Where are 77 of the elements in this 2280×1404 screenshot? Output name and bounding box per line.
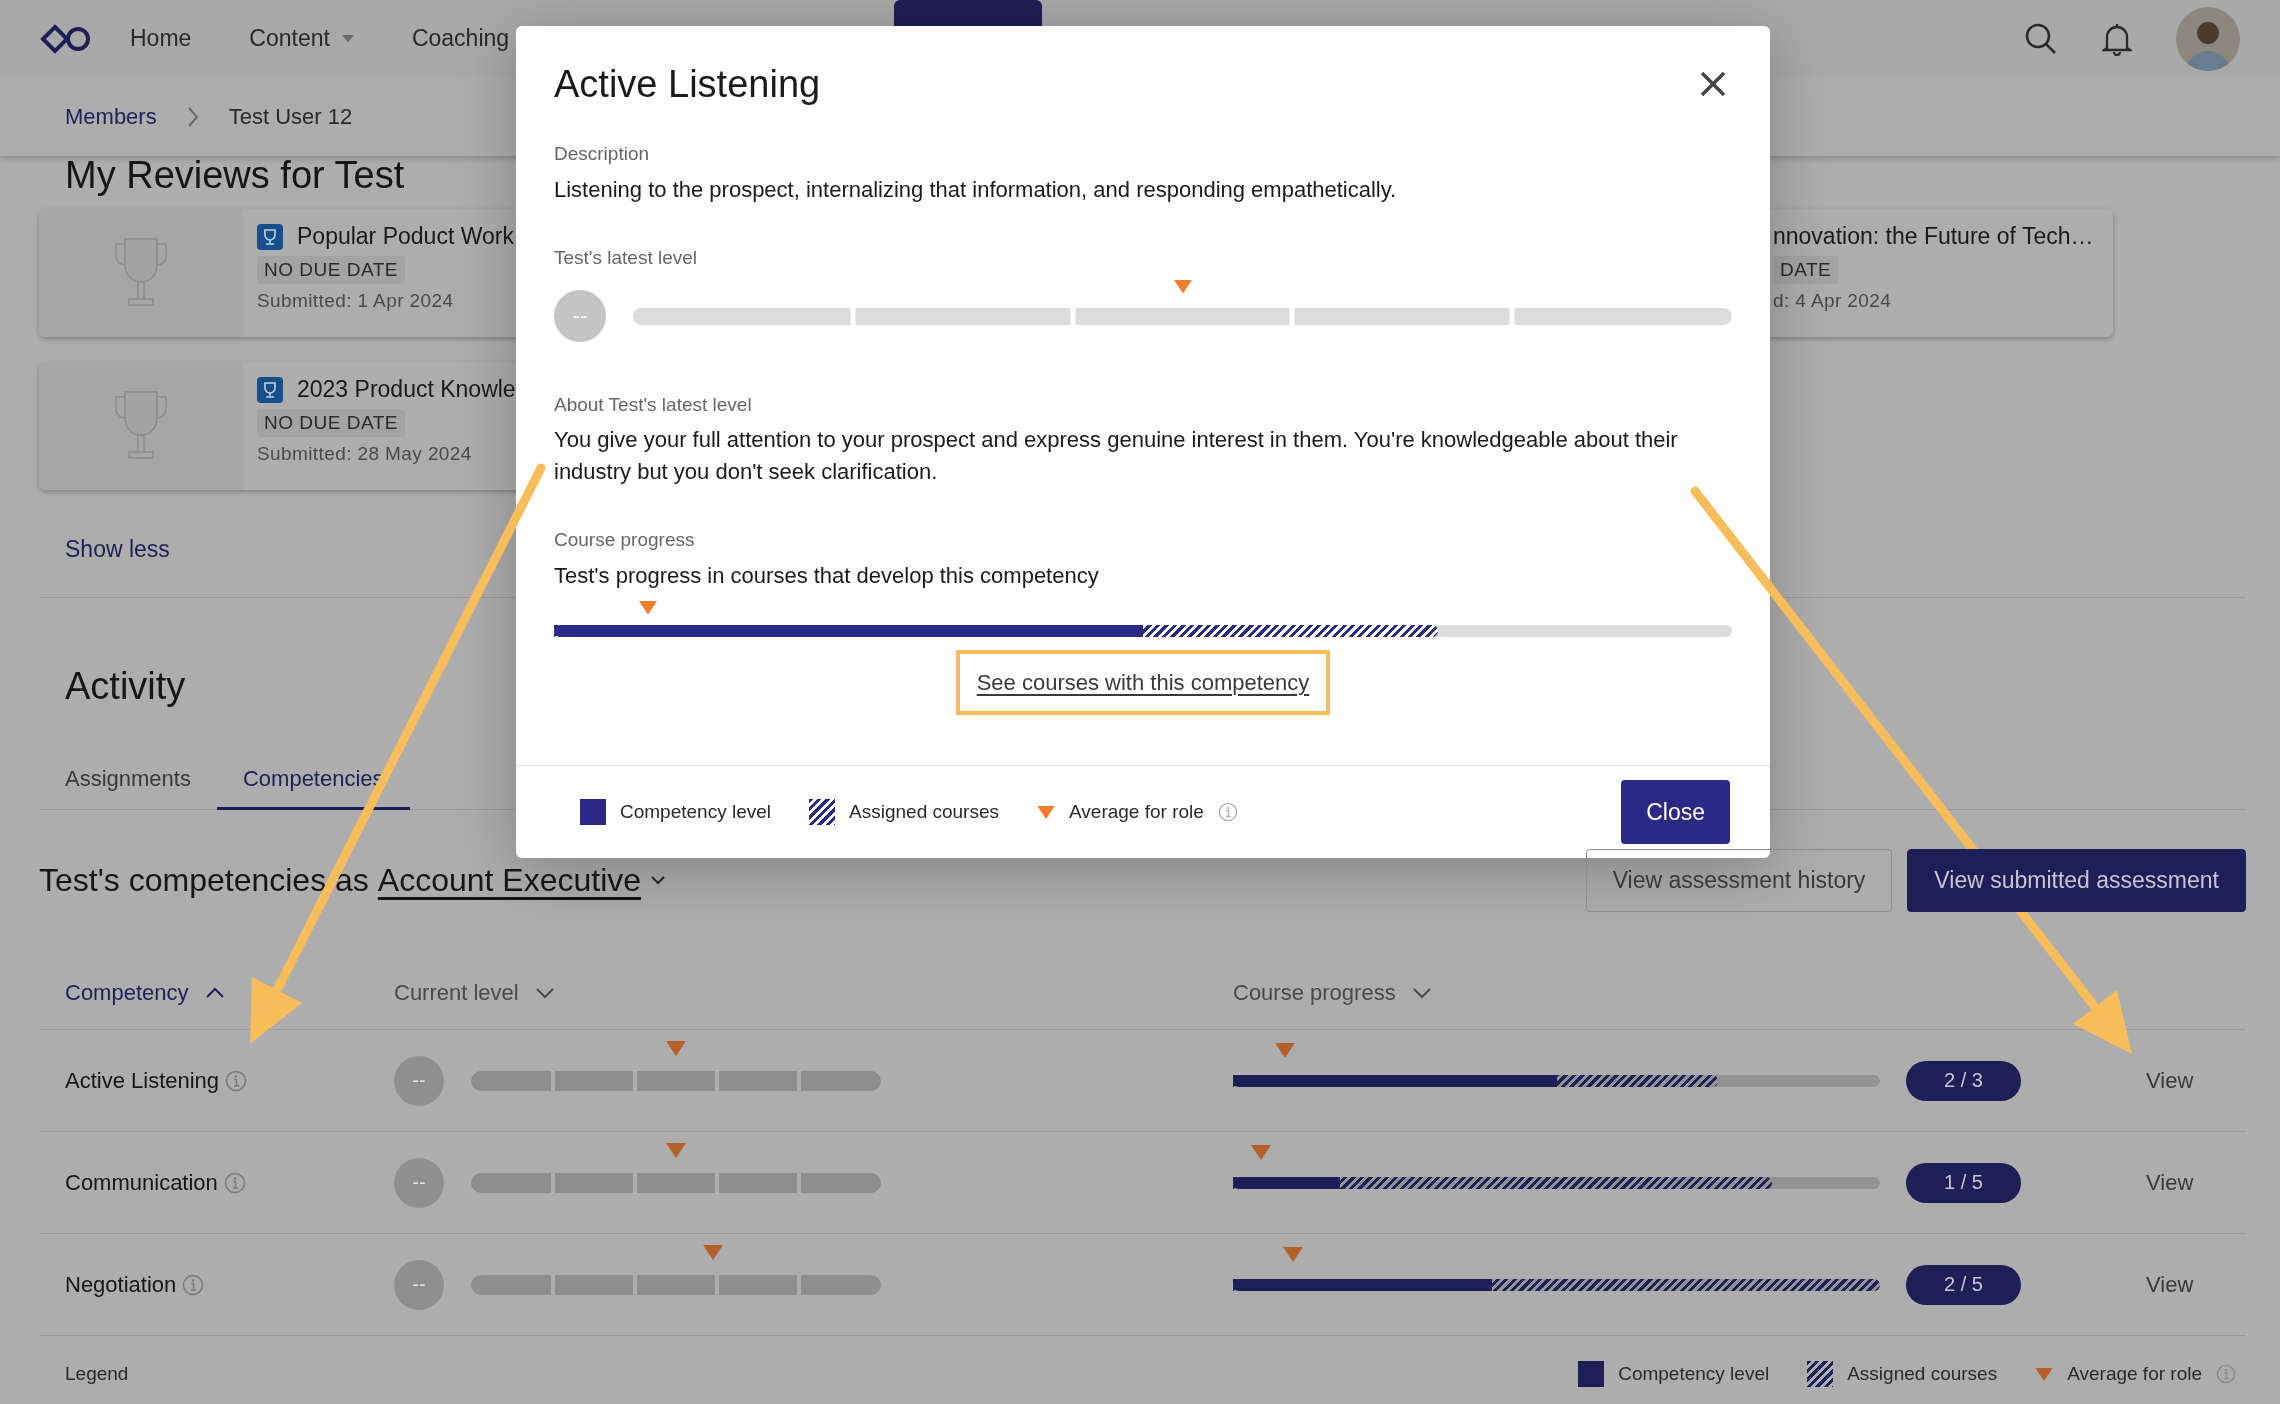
- submitted-date: d: 4 Apr 2024: [1773, 290, 1893, 312]
- chevron-up-icon: [204, 986, 225, 999]
- level-badge: --: [554, 290, 606, 342]
- close-button[interactable]: Close: [1621, 780, 1730, 844]
- trophy-badge-icon: [257, 223, 283, 250]
- legend-label: Assigned courses: [849, 801, 999, 823]
- section-title: Activity: [65, 664, 186, 709]
- hatched-swatch-icon: [1807, 1361, 1834, 1387]
- legend-label: Assigned courses: [1847, 1363, 1998, 1385]
- legend-label: Competency level: [620, 801, 772, 823]
- field-label: About Test's latest level: [554, 393, 753, 417]
- column-header[interactable]: Current level: [394, 979, 555, 1006]
- breadcrumb-current: Test User 12: [228, 103, 353, 130]
- nav-link[interactable]: Coaching: [411, 25, 510, 52]
- course-count: 2 / 5: [1906, 1264, 2021, 1305]
- column-header[interactable]: Course progress: [1233, 979, 1432, 1006]
- due-date-tag: DATE: [1773, 256, 1839, 284]
- chevron-down-icon: [534, 986, 555, 999]
- info-icon: [225, 1069, 248, 1092]
- show-less-link[interactable]: Show less: [65, 536, 170, 563]
- hatched-swatch-icon: [809, 799, 836, 825]
- nav-link[interactable]: Content: [249, 25, 354, 52]
- card-title: 2023 Product Knowle: [297, 376, 516, 403]
- action-button[interactable]: View assessment history: [1585, 849, 1893, 912]
- course-text: Test's progress in courses that develop this competency: [554, 562, 1100, 590]
- section-title: My Reviews for Test: [65, 153, 405, 198]
- competency-name: Communication: [65, 1169, 218, 1196]
- info-icon: [182, 1273, 205, 1296]
- chevron-down-icon: [1411, 986, 1432, 999]
- caret-icon: [651, 876, 666, 885]
- action-button[interactable]: View submitted assessment: [1907, 849, 2246, 912]
- close-button[interactable]: [1698, 69, 1728, 99]
- legend-title: Legend: [65, 1363, 129, 1385]
- description-text: Listening to the prospect, internalizing that information, and responding empathetically.: [554, 176, 1398, 204]
- tab[interactable]: Assignments: [39, 756, 217, 810]
- competency-name: Negotiation: [65, 1271, 177, 1298]
- due-date-tag: NO DUE DATE: [257, 409, 405, 437]
- info-icon: [2216, 1364, 2236, 1384]
- field-label: Course progress: [554, 528, 696, 552]
- courses-link[interactable]: See courses with this competency: [955, 650, 1331, 715]
- level-badge: --: [394, 1055, 444, 1106]
- chevron-right-icon: [186, 105, 199, 128]
- view-link[interactable]: View: [2146, 1067, 2246, 1094]
- competencies-heading: Test's competencies as: [39, 862, 369, 899]
- field-label: Test's latest level: [554, 246, 699, 270]
- legend-label: Average for role: [1069, 801, 1204, 823]
- info-icon: [223, 1171, 246, 1194]
- legend-label: Average for role: [2067, 1363, 2202, 1385]
- breadcrumb-link[interactable]: Members: [65, 103, 157, 130]
- card-title: nnovation: the Future of Tech…: [1773, 223, 2094, 250]
- bell-icon[interactable]: [2102, 21, 2132, 56]
- submitted-date: Submitted: 1 Apr 2024: [257, 290, 455, 312]
- column-header[interactable]: Competency: [65, 979, 225, 1006]
- submitted-date: Submitted: 28 May 2024: [257, 443, 473, 465]
- course-count: 1 / 5: [1906, 1162, 2021, 1203]
- nav-link[interactable]: Home: [130, 25, 192, 52]
- search-icon[interactable]: [2024, 21, 2058, 56]
- view-link[interactable]: View: [2146, 1271, 2246, 1298]
- trophy-badge-icon: [257, 376, 283, 403]
- triangle-marker-icon: [1037, 805, 1055, 819]
- legend-label: Competency level: [1618, 1363, 1770, 1385]
- level-badge: --: [394, 1157, 444, 1208]
- triangle-marker-icon: [2035, 1367, 2054, 1381]
- card-title: Popular Poduct Work: [297, 223, 514, 250]
- logo-icon[interactable]: [40, 23, 92, 54]
- level-badge: --: [394, 1259, 444, 1310]
- field-label: Description: [554, 142, 651, 166]
- view-link[interactable]: View: [2146, 1169, 2246, 1196]
- info-icon: [1217, 802, 1238, 822]
- solid-swatch-icon: [580, 799, 606, 825]
- dialog-title: Active Listening: [554, 62, 821, 107]
- competency-name: Active Listening: [65, 1067, 220, 1094]
- due-date-tag: NO DUE DATE: [257, 256, 405, 284]
- course-count: 2 / 3: [1906, 1060, 2021, 1101]
- role-dropdown[interactable]: Account Executive: [377, 862, 666, 899]
- tab[interactable]: Competencies: [216, 756, 410, 810]
- solid-swatch-icon: [1578, 1361, 1605, 1387]
